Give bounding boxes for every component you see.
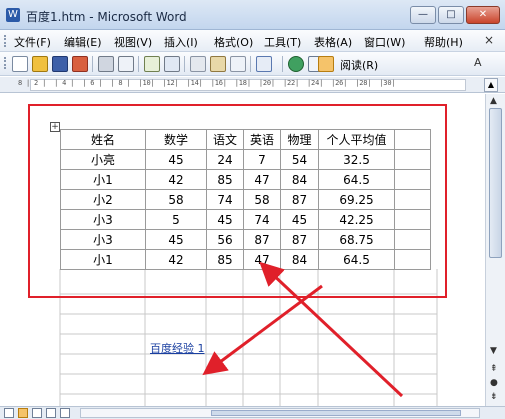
menu-window[interactable]: 窗口(W) [364, 34, 405, 50]
toolbar-separator [138, 56, 139, 72]
standard-toolbar: 阅读(R) A [0, 52, 505, 76]
toolbar-separator [92, 56, 93, 72]
web-layout-view-icon[interactable] [18, 408, 28, 418]
toolbar-grip[interactable] [4, 57, 6, 69]
menu-grip[interactable] [4, 35, 6, 47]
normal-view-icon[interactable] [4, 408, 14, 418]
ruler-scale: 8 | 2 | | 4 | | 6 | | 8 | |10| |12| |14|… [18, 79, 396, 87]
menu-insert[interactable]: 插入(I) [164, 34, 198, 50]
menu-edit[interactable]: 编辑(E) [64, 34, 102, 50]
toolbar-separator [250, 56, 251, 72]
new-document-icon[interactable] [12, 56, 28, 72]
annotation-arrows [202, 261, 404, 398]
research-icon[interactable] [164, 56, 180, 72]
menu-tools[interactable]: 工具(T) [264, 34, 301, 50]
minimize-button[interactable]: — [410, 6, 436, 24]
format-painter-icon[interactable] [230, 56, 246, 72]
menu-bar: 文件(F) 编辑(E) 视图(V) 插入(I) 格式(O) 工具(T) 表格(A… [0, 30, 505, 52]
ruler-toggle-icon[interactable]: ▲ [484, 78, 498, 92]
toolbar-separator [184, 56, 185, 72]
hyperlink-icon[interactable] [288, 56, 304, 72]
close-document-icon[interactable]: × [484, 33, 494, 47]
print-preview-icon[interactable] [118, 56, 134, 72]
show-hide-icon[interactable] [318, 56, 334, 72]
vertical-scrollbar[interactable]: ▲ ▼ ⇞ ● ⇟ [485, 94, 505, 406]
vertical-scroll-thumb[interactable] [489, 108, 502, 258]
scroll-down-icon[interactable]: ▼ [490, 346, 497, 356]
outline-view-icon[interactable] [46, 408, 56, 418]
menu-format[interactable]: 格式(O) [214, 34, 253, 50]
reading-layout-view-icon[interactable] [60, 408, 70, 418]
close-window-button[interactable]: ✕ [466, 6, 500, 24]
toolbar-separator [282, 56, 283, 72]
horizontal-scroll-thumb[interactable] [211, 410, 461, 416]
menu-table[interactable]: 表格(A) [314, 34, 352, 50]
menu-view[interactable]: 视图(V) [114, 34, 152, 50]
menu-file[interactable]: 文件(F) [14, 34, 51, 50]
horizontal-ruler[interactable]: 8 | 2 | | 4 | | 6 | | 8 | |10| |12| |14|… [0, 77, 505, 93]
spelling-icon[interactable] [144, 56, 160, 72]
arrow-to-link [202, 284, 323, 376]
view-status-bar [0, 406, 505, 419]
arrow-to-table [259, 261, 404, 398]
select-browse-object-icon[interactable]: ● [490, 378, 498, 388]
menu-help[interactable]: 帮助(H) [424, 34, 463, 50]
next-page-icon[interactable]: ⇟ [490, 392, 498, 402]
print-layout-view-icon[interactable] [32, 408, 42, 418]
maximize-button[interactable]: □ [438, 6, 464, 24]
font-size-icon[interactable]: A [474, 56, 482, 69]
title-bar: W 百度1.htm - Microsoft Word — □ ✕ [0, 0, 505, 30]
word-app-icon: W [6, 8, 20, 22]
horizontal-scrollbar[interactable] [80, 408, 480, 418]
save-icon[interactable] [52, 56, 68, 72]
copy-icon[interactable] [190, 56, 206, 72]
undo-icon[interactable] [256, 56, 272, 72]
window-title: 百度1.htm - Microsoft Word [26, 10, 187, 24]
paste-icon[interactable] [210, 56, 226, 72]
reading-mode-button[interactable]: 阅读(R) [340, 57, 378, 73]
previous-page-icon[interactable]: ⇞ [490, 364, 498, 374]
print-icon[interactable] [98, 56, 114, 72]
permission-icon[interactable] [72, 56, 88, 72]
open-folder-icon[interactable] [32, 56, 48, 72]
document-canvas[interactable]: + 姓名 数学 语文 英语 物理 个人平均值 小亮 45 24 7 54 32.… [0, 94, 485, 406]
scroll-up-icon[interactable]: ▲ [490, 96, 497, 106]
